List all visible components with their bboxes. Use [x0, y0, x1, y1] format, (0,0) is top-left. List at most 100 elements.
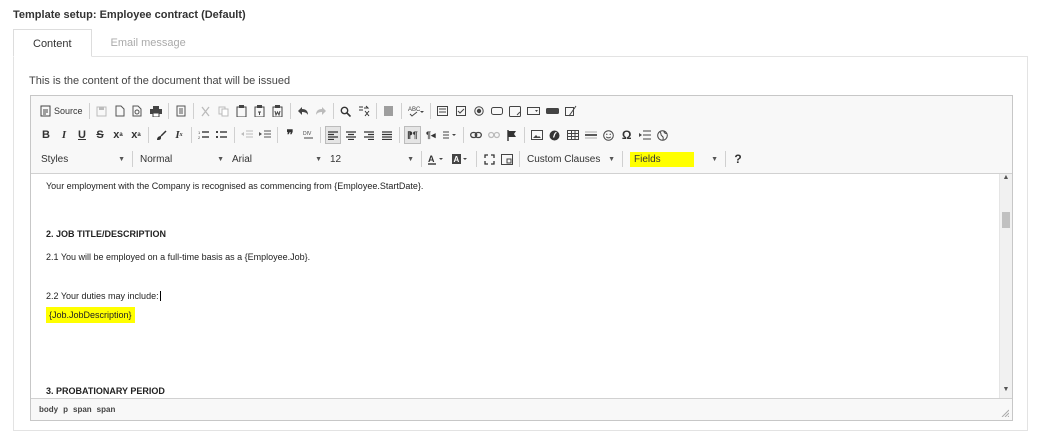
copy-icon — [218, 106, 229, 116]
custom-clauses-dropdown[interactable]: Custom Clauses ▼ — [523, 150, 619, 168]
templates-button[interactable] — [173, 102, 189, 120]
flash-button[interactable] — [547, 126, 563, 144]
paste-word-icon — [272, 105, 283, 117]
anchor-button[interactable] — [504, 126, 520, 144]
text-field-button[interactable] — [489, 102, 505, 120]
format-dropdown[interactable]: Normal ▼ — [136, 150, 228, 168]
textarea-button[interactable] — [507, 102, 523, 120]
special-char-button[interactable]: Ω — [619, 126, 635, 144]
editor-scrollbar[interactable]: ▲ ▼ — [999, 174, 1012, 400]
align-left-button[interactable] — [325, 126, 341, 144]
ltr-button[interactable]: ⁋¶ — [404, 126, 421, 144]
page-break-button[interactable] — [637, 126, 653, 144]
outdent-button[interactable] — [239, 126, 255, 144]
table-button[interactable] — [565, 126, 581, 144]
bulleted-list-button[interactable] — [214, 126, 230, 144]
link-icon — [469, 131, 482, 139]
align-center-button[interactable] — [343, 126, 359, 144]
resize-handle-icon[interactable] — [1001, 409, 1009, 417]
tab-email-message[interactable]: Email message — [92, 29, 205, 57]
path-span[interactable]: span — [97, 405, 116, 414]
select-button[interactable] — [525, 102, 542, 120]
source-button[interactable]: Source — [38, 102, 85, 120]
path-span[interactable]: span — [73, 405, 92, 414]
svg-text:A: A — [454, 155, 460, 164]
maximize-button[interactable] — [481, 150, 497, 168]
toolbar-separator — [519, 151, 520, 167]
div-container-button[interactable]: DIV — [300, 126, 316, 144]
numbered-list-button[interactable]: 12 — [196, 126, 212, 144]
undo-button[interactable] — [295, 102, 311, 120]
path-p[interactable]: p — [63, 405, 68, 414]
strike-button[interactable]: S — [92, 126, 108, 144]
merge-field-paragraph: {Job.JobDescription} — [46, 307, 135, 323]
copy-button[interactable] — [216, 102, 232, 120]
path-body[interactable]: body — [39, 405, 58, 414]
superscript-button[interactable]: xa — [128, 126, 144, 144]
form-button[interactable] — [435, 102, 451, 120]
hidden-field-icon — [564, 105, 576, 117]
textarea-icon — [508, 105, 521, 117]
new-page-button[interactable] — [112, 102, 128, 120]
spellcheck-button[interactable]: ABC — [406, 102, 426, 120]
copy-formatting-button[interactable] — [153, 126, 169, 144]
spellcheck-icon: ABC — [408, 107, 424, 117]
align-justify-button[interactable] — [379, 126, 395, 144]
page-break-icon — [638, 130, 651, 140]
indent-button[interactable] — [257, 126, 273, 144]
italic-button[interactable]: I — [56, 126, 72, 144]
show-blocks-button[interactable] — [499, 150, 515, 168]
align-justify-icon — [382, 130, 392, 140]
bulleted-list-icon — [216, 131, 227, 138]
help-button[interactable]: ? — [730, 150, 746, 168]
cut-button[interactable] — [198, 102, 214, 120]
document-body[interactable]: Your employment with the Company is reco… — [31, 174, 999, 400]
smiley-button[interactable] — [601, 126, 617, 144]
tab-content[interactable]: Content — [13, 29, 92, 57]
paste-button[interactable] — [234, 102, 250, 120]
fields-dropdown[interactable]: Fields ▼ — [626, 150, 722, 168]
radio-button[interactable] — [471, 102, 487, 120]
redo-button[interactable] — [313, 102, 329, 120]
background-color-button[interactable]: A — [450, 150, 472, 168]
unlink-button[interactable] — [486, 126, 502, 144]
text-cursor: ​ — [159, 291, 161, 301]
toolbar-separator — [192, 103, 194, 119]
preview-button[interactable] — [130, 102, 146, 120]
save-button[interactable] — [94, 102, 110, 120]
blockquote-button[interactable]: ❞ — [282, 126, 298, 144]
text-color-button[interactable]: A — [426, 150, 448, 168]
find-button[interactable] — [338, 102, 354, 120]
align-right-button[interactable] — [361, 126, 377, 144]
subscript-button[interactable]: xa — [110, 126, 126, 144]
toolbar-separator — [476, 151, 477, 167]
horizontal-rule-button[interactable] — [583, 126, 599, 144]
scrollbar-thumb[interactable] — [1002, 212, 1010, 228]
paste-word-button[interactable] — [270, 102, 286, 120]
replace-button[interactable] — [356, 102, 372, 120]
toolbar-separator — [400, 103, 402, 119]
image-button[interactable] — [529, 126, 545, 144]
bold-button[interactable]: B — [38, 126, 54, 144]
remove-format-button[interactable]: Ix — [171, 126, 187, 144]
paragraph-employment: Your employment with the Company is reco… — [46, 181, 424, 191]
select-all-button[interactable] — [381, 102, 397, 120]
font-size-dropdown[interactable]: 12 ▼ — [326, 150, 418, 168]
fields-value: Fields — [630, 151, 694, 167]
image-icon — [530, 130, 543, 140]
paste-text-button[interactable] — [252, 102, 268, 120]
iframe-button[interactable] — [655, 126, 671, 144]
toolbar-separator — [523, 127, 525, 143]
font-dropdown[interactable]: Arial ▼ — [228, 150, 326, 168]
rtl-button[interactable]: ¶◂ — [423, 126, 439, 144]
scroll-up-icon[interactable]: ▲ — [1000, 174, 1012, 188]
language-button[interactable] — [441, 126, 459, 144]
underline-button[interactable]: U — [74, 126, 90, 144]
align-left-icon — [328, 130, 338, 140]
link-button[interactable] — [468, 126, 484, 144]
form-button-button[interactable] — [544, 102, 561, 120]
checkbox-button[interactable] — [453, 102, 469, 120]
hidden-field-button[interactable] — [563, 102, 579, 120]
styles-dropdown[interactable]: Styles ▼ — [37, 150, 129, 168]
print-button[interactable] — [148, 102, 164, 120]
